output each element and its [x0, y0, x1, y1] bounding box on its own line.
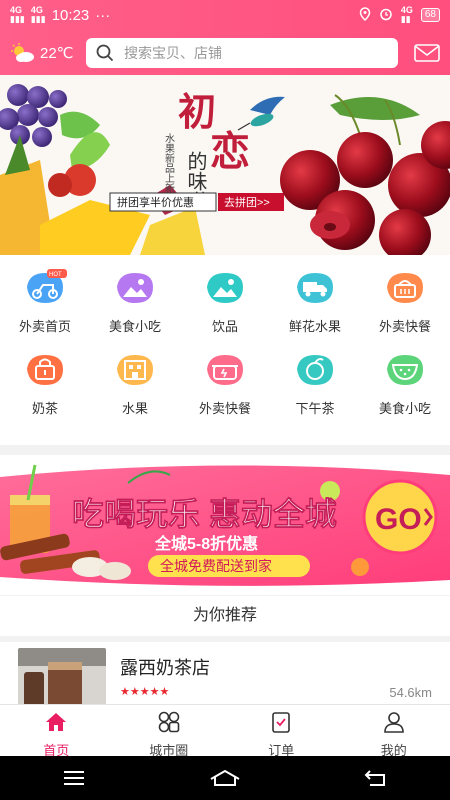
tab-mine[interactable]: 我的: [338, 705, 450, 758]
clipboard-icon: [272, 712, 291, 733]
back-icon[interactable]: [364, 769, 388, 787]
category-label: 奶茶: [31, 401, 58, 416]
grid-icon: [158, 711, 180, 733]
tab-city-circle[interactable]: 城市圈: [113, 705, 226, 758]
category-item[interactable]: 外卖快餐: [180, 351, 270, 417]
promo-sub: 全城5-8折优惠: [154, 534, 258, 553]
header: 22℃ 搜索宝贝、店铺: [0, 30, 450, 75]
picture-icon: [207, 273, 243, 303]
section-title: 为你推荐: [0, 596, 450, 636]
svg-text:拼团享半价优惠: 拼团享半价优惠: [117, 195, 194, 209]
category-label: 美食小吃: [378, 401, 431, 416]
category-item[interactable]: 美食小吃: [360, 351, 450, 417]
notification-dots: ···: [95, 6, 111, 24]
bottom-tab-bar: 首页 城市圈 订单 我的: [0, 704, 450, 758]
category-grid: HOT 外卖首页 美食小吃 饮品 鲜花水果 外卖快餐 奶茶 水果 外卖快餐 下午…: [0, 255, 450, 445]
system-nav-bar: [0, 756, 450, 800]
promo-banner[interactable]: 吃喝玩乐 惠动全城 全城5-8折优惠 全城免费配送到家 GO: [0, 455, 450, 595]
status-bar: 4G ▮▮▮ 4G ▮▮▮ 10:23 ··· 4G ▮▮ 68: [0, 0, 450, 30]
category-label: 美食小吃: [108, 319, 161, 334]
category-item[interactable]: 外卖快餐: [360, 269, 450, 335]
shop-card[interactable]: 露西奶茶店 ★★★★★ 54.6km: [0, 642, 450, 704]
mail-icon[interactable]: [414, 43, 440, 62]
basket-icon: [387, 273, 423, 303]
search-bar[interactable]: 搜索宝贝、店铺: [86, 37, 398, 68]
location-icon: [359, 6, 371, 24]
shop-name: 露西奶茶店: [120, 658, 210, 678]
watermelon-icon: [387, 355, 423, 385]
user-icon: [383, 712, 404, 733]
category-item[interactable]: 奶茶: [0, 351, 90, 417]
svg-text:恋: 恋: [210, 128, 250, 175]
shop-distance: 54.6km: [389, 685, 432, 700]
search-placeholder: 搜索宝贝、店铺: [124, 44, 222, 61]
home-icon: [46, 713, 67, 731]
category-item[interactable]: 下午茶: [270, 351, 360, 417]
category-label: 水果: [121, 401, 148, 416]
network-icon: 4G ▮▮: [400, 5, 413, 24]
temperature: 22℃: [40, 44, 74, 62]
promo-ribbon: 全城免费配送到家: [160, 558, 272, 574]
category-item[interactable]: HOT 外卖首页: [0, 269, 90, 335]
category-label: 鲜花水果: [288, 319, 341, 334]
picture-icon: [117, 273, 153, 303]
rating-stars: ★★★★★: [120, 686, 170, 698]
weather[interactable]: 22℃: [10, 42, 86, 63]
signal-icon: 4G ▮▮▮: [30, 5, 46, 24]
category-item[interactable]: 饮品: [180, 269, 270, 335]
svg-text:HOT: HOT: [49, 272, 62, 278]
battery-icon: 68: [420, 8, 440, 22]
shop-thumbnail: [18, 648, 106, 704]
go-button: GO: [375, 503, 422, 536]
lock-icon: [27, 355, 63, 385]
menu-icon[interactable]: [62, 770, 86, 786]
tab-orders[interactable]: 订单: [225, 705, 338, 758]
signal-icon: 4G ▮▮▮: [10, 5, 25, 24]
svg-text:去拼团>>: 去拼团>>: [224, 195, 270, 209]
category-label: 外卖首页: [18, 319, 71, 334]
home-nav-icon[interactable]: [209, 769, 241, 787]
pot-icon: [207, 355, 243, 385]
scooter-icon: HOT: [27, 269, 67, 303]
weather-icon: [11, 42, 34, 62]
category-label: 饮品: [211, 319, 238, 334]
building-icon: [117, 355, 153, 385]
clock: 10:23: [51, 6, 90, 24]
promo-image: 吃喝玩乐 惠动全城 全城5-8折优惠 全城免费配送到家 GO: [0, 455, 450, 595]
orange-icon: [297, 355, 333, 385]
truck-icon: [297, 273, 333, 303]
alarm-icon: [379, 7, 393, 24]
tab-home[interactable]: 首页: [0, 705, 113, 758]
category-item[interactable]: 美食小吃: [90, 269, 180, 335]
category-label: 下午茶: [295, 401, 335, 416]
promo-headline: 吃喝玩乐 惠动全城: [72, 496, 337, 532]
banner-carousel[interactable]: 初 恋 的味道 水果新品上新季 拼团享半价优惠 去拼团>>: [0, 75, 450, 255]
banner-image: 初 恋 的味道 水果新品上新季 拼团享半价优惠 去拼团>>: [0, 75, 450, 255]
category-item[interactable]: 鲜花水果: [270, 269, 360, 335]
category-item[interactable]: 水果: [90, 351, 180, 417]
category-label: 外卖快餐: [378, 319, 431, 334]
category-label: 外卖快餐: [198, 401, 251, 416]
search-icon: [96, 44, 114, 61]
